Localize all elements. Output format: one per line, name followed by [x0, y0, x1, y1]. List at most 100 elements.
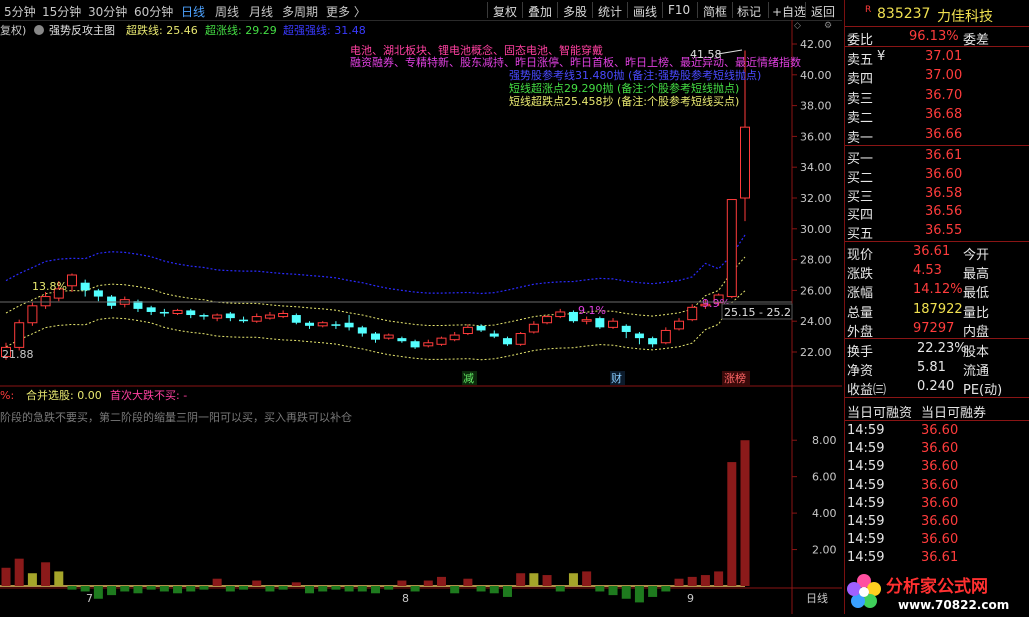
period-weekly[interactable]: 周线 [215, 3, 239, 20]
stat-row[interactable]: 现价 36.61 今开 [845, 243, 1029, 263]
stat-row[interactable]: 涨幅 14.12% 最低 [845, 281, 1029, 301]
period-multi[interactable]: 多周期 [282, 3, 318, 20]
tick-row[interactable]: 14:59 36.60 [845, 440, 1029, 458]
candle[interactable] [581, 316, 592, 325]
candle[interactable] [225, 311, 235, 322]
period-15min[interactable]: 15分钟 [42, 3, 81, 20]
ask-row[interactable]: 卖二 36.68 [845, 106, 1029, 126]
ask-row[interactable]: 卖四 37.00 [845, 67, 1029, 87]
candle[interactable] [595, 316, 605, 329]
stock-code[interactable]: 835237 [877, 6, 930, 22]
candle[interactable] [93, 288, 103, 302]
chart-area[interactable]: 42.00 40.00 38.00 36.00 34.00 32.00 30.00 28.00… [0, 20, 842, 614]
period-monthly[interactable]: 月线 [249, 3, 273, 20]
mark-button[interactable]: 标记 [737, 3, 761, 20]
tick-row[interactable]: 14:59 36.60 [845, 422, 1029, 440]
indicator-name[interactable]: 强势反攻主图 [49, 23, 115, 37]
bid-row[interactable]: 买五 36.55 [845, 222, 1029, 242]
tick-row[interactable]: 14:59 36.61 [845, 549, 1029, 567]
statistics-button[interactable]: 统计 [598, 3, 622, 20]
overlay-button[interactable]: 叠加 [528, 3, 552, 20]
settings-icon[interactable]: ⚙ [824, 21, 832, 31]
candle[interactable] [462, 324, 473, 336]
bid-row[interactable]: 买二 36.60 [845, 166, 1029, 186]
candle[interactable] [305, 321, 315, 329]
candle[interactable] [199, 313, 209, 320]
candle[interactable] [515, 331, 526, 346]
candle[interactable] [133, 299, 143, 312]
candle[interactable] [410, 339, 420, 349]
diamond-icon[interactable]: ◇ [794, 21, 801, 31]
fuquan-button[interactable]: 复权 [493, 3, 517, 20]
candle[interactable] [291, 313, 301, 325]
candle[interactable] [542, 315, 553, 325]
candle[interactable] [383, 333, 394, 340]
candle[interactable] [726, 199, 737, 299]
ask-row[interactable]: 卖五 ¥37.01 [845, 48, 1029, 68]
stat-row[interactable]: 净资 5.81 流通 [845, 359, 1029, 379]
candle[interactable] [357, 325, 367, 337]
candle[interactable] [568, 310, 578, 323]
candle[interactable] [502, 336, 512, 346]
candle[interactable] [264, 311, 275, 320]
period-more[interactable]: 更多 〉 [326, 3, 366, 20]
candle[interactable] [212, 313, 223, 322]
candle[interactable] [172, 308, 183, 316]
candle[interactable] [159, 308, 169, 317]
tick-row[interactable]: 14:59 36.60 [845, 458, 1029, 476]
tick-row[interactable]: 14:59 36.60 [845, 513, 1029, 531]
period-daily[interactable]: 日线 [181, 3, 205, 20]
candle[interactable] [251, 313, 262, 323]
candle[interactable] [331, 321, 341, 329]
period-30min[interactable]: 30分钟 [88, 3, 127, 20]
ask-row[interactable]: 卖三 36.70 [845, 87, 1029, 107]
back-button[interactable]: 返回 [811, 3, 835, 20]
bid-row[interactable]: 买三 36.58 [845, 185, 1029, 205]
indicator-menu-icon[interactable] [34, 25, 44, 35]
candle[interactable] [397, 336, 407, 343]
candle[interactable] [608, 318, 619, 329]
candle[interactable] [239, 316, 249, 323]
candle[interactable] [371, 331, 380, 343]
candle[interactable] [66, 273, 77, 292]
candle[interactable] [317, 321, 328, 328]
multi-stock-button[interactable]: 多股 [563, 3, 587, 20]
candle[interactable] [186, 308, 196, 319]
candle[interactable] [555, 308, 566, 319]
simple-frame-button[interactable]: 简框 [703, 3, 727, 20]
candle[interactable] [146, 305, 156, 316]
ask-row[interactable]: 卖一 36.66 [845, 126, 1029, 146]
stat-row[interactable]: 总量 187922 量比 [845, 301, 1029, 321]
tick-row[interactable]: 14:59 36.60 [845, 495, 1029, 513]
candle[interactable] [449, 331, 460, 342]
stock-name[interactable]: 力佳科技 [937, 6, 993, 26]
f10-button[interactable]: F10 [668, 3, 690, 17]
candle[interactable] [80, 279, 90, 297]
stat-row[interactable]: 外盘 97297 内盘 [845, 320, 1029, 340]
candle[interactable] [674, 318, 685, 331]
draw-line-button[interactable]: 画线 [633, 3, 657, 20]
candle[interactable] [423, 339, 434, 348]
candle[interactable] [344, 315, 354, 331]
add-watchlist-button[interactable]: +自选 [772, 3, 806, 20]
period-60min[interactable]: 60分钟 [134, 3, 173, 20]
bid-row[interactable]: 买一 36.61 [845, 147, 1029, 167]
kline-chart[interactable]: 42.00 40.00 38.00 36.00 34.00 32.00 30.00 28.00… [0, 20, 842, 614]
candle[interactable] [687, 304, 698, 322]
candle[interactable] [660, 327, 671, 345]
candle[interactable] [27, 302, 38, 326]
candle[interactable] [14, 319, 25, 351]
candle[interactable] [528, 321, 539, 334]
stat-row[interactable]: 涨跌 4.53 最高 [845, 262, 1029, 282]
candle[interactable] [40, 291, 51, 309]
candle[interactable] [634, 331, 644, 345]
candle[interactable] [648, 336, 658, 348]
stat-row[interactable]: 收益㈢ 0.240 PE(动) [845, 378, 1029, 398]
stat-row[interactable]: 换手 22.23% 股本 [845, 340, 1029, 360]
tick-row[interactable]: 14:59 36.60 [845, 477, 1029, 495]
candle[interactable] [436, 336, 447, 346]
candle[interactable] [278, 310, 289, 319]
tick-row[interactable]: 14:59 36.60 [845, 531, 1029, 549]
bid-row[interactable]: 买四 36.56 [845, 203, 1029, 223]
candle[interactable] [621, 324, 631, 339]
